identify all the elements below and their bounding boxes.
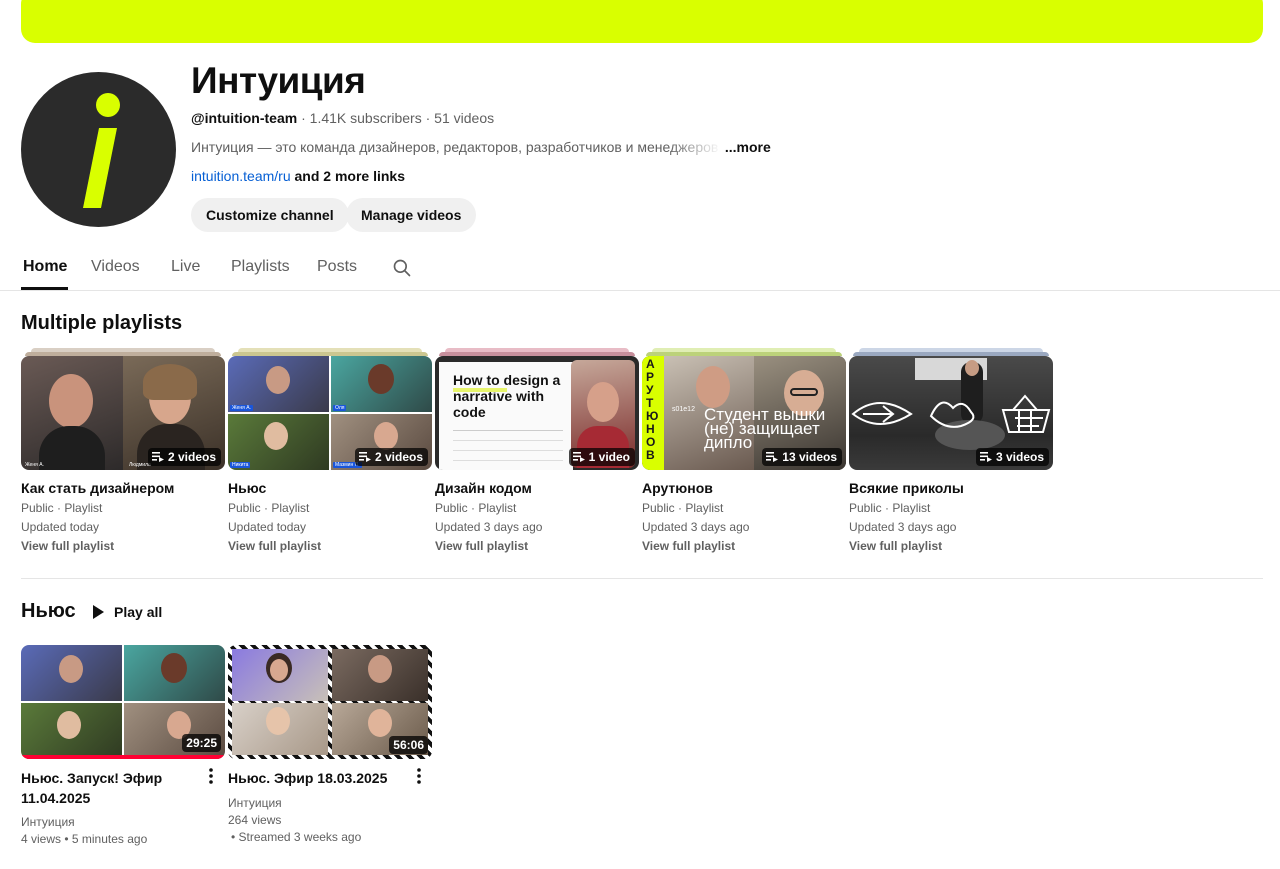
playlist-count-badge: 13 videos <box>762 448 842 466</box>
channel-banner <box>21 0 1263 43</box>
playlist-thumbnail[interactable]: 3 videos <box>849 356 1053 470</box>
thumbnail-headline: How to design a narrative with code <box>453 372 561 420</box>
episode-label: s01e12 <box>672 406 695 413</box>
active-tab-indicator <box>21 287 68 290</box>
subscriber-count: 1.41K subscribers <box>309 110 422 126</box>
playlist-title[interactable]: Всякие приколы <box>849 480 964 496</box>
more-options-icon[interactable] <box>203 766 219 786</box>
playlist-thumbnail[interactable]: Женя А. Оля Никита Мазмин П. 2 videos <box>228 356 432 470</box>
video-streamed: • Streamed 3 weeks ago <box>231 830 362 844</box>
playlist-thumbnail[interactable]: АРУТЮНОВ s01e12 Студент вышки (не) защищ… <box>642 356 846 470</box>
channel-handle: @intuition-team <box>191 110 298 126</box>
play-icon <box>93 605 104 619</box>
playlist-thumbnail[interactable]: How to design a narrative with code 1 vi… <box>435 356 639 470</box>
playlist-icon <box>151 452 164 462</box>
playlist-count-badge: 3 videos <box>975 448 1049 466</box>
playlist-count-badge: 2 videos <box>147 448 221 466</box>
video-views: 264 views <box>228 813 282 827</box>
thumbnail-overlay-text: Студент вышки (не) защищает дипло <box>704 405 826 452</box>
playlist-visibility: Public · Playlist <box>21 501 103 515</box>
playlist-thumbnail[interactable]: Женя А. Людмила 2 videos <box>21 356 225 470</box>
video-stats: 4 views • 5 minutes ago <box>21 832 148 846</box>
playlist-updated: Updated today <box>228 520 307 534</box>
watch-progress-bar <box>21 755 225 759</box>
playlist-visibility: Public · Playlist <box>849 501 931 515</box>
participant-label: Никита <box>230 462 251 468</box>
search-icon[interactable] <box>392 258 412 278</box>
channel-tabs: Home Videos Live Playlists Posts <box>0 244 1280 291</box>
intuition-logo-icon <box>83 93 120 208</box>
playlist-title[interactable]: Как стать дизайнером <box>21 480 174 496</box>
section-divider <box>21 578 1263 579</box>
tab-playlists[interactable]: Playlists <box>231 258 290 276</box>
playlist-icon <box>572 452 585 462</box>
more-link[interactable]: ...more <box>725 139 771 155</box>
tab-videos[interactable]: Videos <box>91 258 140 276</box>
view-full-playlist-link[interactable]: View full playlist <box>21 539 114 553</box>
manage-videos-button[interactable]: Manage videos <box>346 198 477 232</box>
playlist-updated: Updated 3 days ago <box>435 520 543 534</box>
section-title-news[interactable]: Ньюс <box>21 600 76 623</box>
customize-channel-button[interactable]: Customize channel <box>191 198 349 232</box>
view-full-playlist-link[interactable]: View full playlist <box>435 539 528 553</box>
more-options-icon[interactable] <box>411 766 427 786</box>
tab-home[interactable]: Home <box>23 258 67 276</box>
playlist-updated: Updated today <box>21 520 100 534</box>
channel-description[interactable]: Интуиция — это команда дизайнеров, редак… <box>191 139 771 155</box>
video-count: 51 videos <box>434 110 495 126</box>
playlist-title[interactable]: Ньюс <box>228 480 266 496</box>
channel-links: intuition.team/ru and 2 more links <box>191 168 405 184</box>
playlist-title[interactable]: Арутюнов <box>642 480 713 496</box>
video-duration: 29:25 <box>182 734 221 752</box>
playlist-icon <box>979 452 992 462</box>
section-title-playlists: Multiple playlists <box>21 312 183 334</box>
play-all-button[interactable]: Play all <box>90 600 162 624</box>
video-thumbnail[interactable]: 29:25 <box>21 645 225 759</box>
playlist-updated: Updated 3 days ago <box>642 520 750 534</box>
video-channel[interactable]: Интуиция <box>21 815 75 829</box>
participant-label: Женя А. <box>230 405 253 411</box>
playlist-visibility: Public · Playlist <box>228 501 310 515</box>
video-title[interactable]: Ньюс. Запуск! Эфир 11.04.2025 <box>21 768 191 808</box>
tab-live[interactable]: Live <box>171 258 200 276</box>
view-full-playlist-link[interactable]: View full playlist <box>849 539 942 553</box>
participant-label: Оля <box>333 405 347 411</box>
participant-label: Женя А. <box>25 462 44 468</box>
tab-posts[interactable]: Posts <box>317 258 357 276</box>
video-title[interactable]: Ньюс. Эфир 18.03.2025 <box>228 768 398 788</box>
playlist-title[interactable]: Дизайн кодом <box>435 480 532 496</box>
video-duration: 56:06 <box>389 736 428 754</box>
video-thumbnail[interactable]: 56:06 <box>228 645 432 759</box>
description-text: Интуиция — это команда дизайнеров, редак… <box>191 139 721 155</box>
playlist-count-badge: 2 videos <box>354 448 428 466</box>
playlist-updated: Updated 3 days ago <box>849 520 957 534</box>
playlist-visibility: Public · Playlist <box>435 501 517 515</box>
more-links-button[interactable]: and 2 more links <box>295 168 405 184</box>
channel-avatar[interactable] <box>21 72 176 227</box>
channel-link[interactable]: intuition.team/ru <box>191 168 291 184</box>
view-full-playlist-link[interactable]: View full playlist <box>228 539 321 553</box>
video-channel[interactable]: Интуиция <box>228 796 282 810</box>
thumbnail-vertical-text: АРУТЮНОВ <box>646 357 659 462</box>
playlist-visibility: Public · Playlist <box>642 501 724 515</box>
playlist-icon <box>766 452 779 462</box>
view-full-playlist-link[interactable]: View full playlist <box>642 539 735 553</box>
channel-title: Интуиция <box>191 60 366 101</box>
doodle-icons <box>851 394 1051 433</box>
channel-meta: @intuition-team · 1.41K subscribers · 51… <box>191 110 495 126</box>
playlist-count-badge: 1 video <box>568 448 635 466</box>
playlist-icon <box>358 452 371 462</box>
